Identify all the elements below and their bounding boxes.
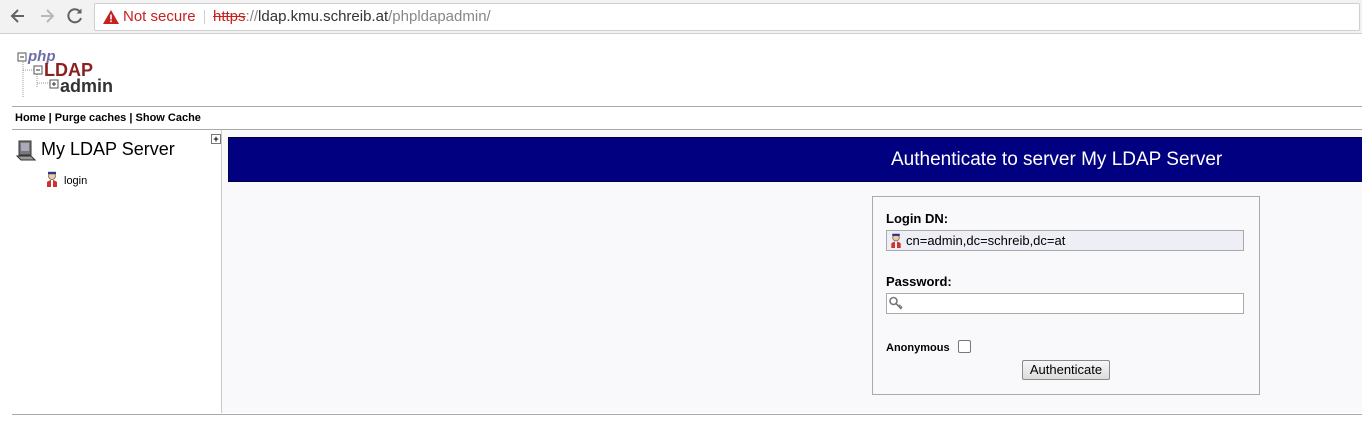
main-content: Authenticate to server My LDAP Server Lo… bbox=[222, 130, 1362, 413]
anonymous-label: Anonymous bbox=[886, 342, 950, 354]
login-form: Login DN: cn=admin,dc=schreib,dc=at Pass… bbox=[872, 196, 1260, 395]
menu-purge-caches-link[interactable]: Purge caches bbox=[55, 112, 127, 124]
address-bar[interactable]: Not secure https://ldap.kmu.schreib.at/p… bbox=[94, 3, 1360, 31]
page: php LDAP admin Home | Purge caches | Sho… bbox=[0, 34, 1362, 433]
url-host: ldap.kmu.schreib.at bbox=[258, 8, 389, 25]
browser-toolbar: Not secure https://ldap.kmu.schreib.at/p… bbox=[0, 0, 1362, 34]
reload-icon bbox=[67, 8, 82, 24]
reload-button[interactable] bbox=[65, 6, 85, 26]
login-link[interactable]: login bbox=[64, 175, 87, 187]
authenticate-button[interactable]: Authenticate bbox=[1022, 360, 1110, 380]
login-dn-label: Login DN: bbox=[886, 211, 949, 226]
menu-separator: | bbox=[45, 112, 55, 124]
password-label: Password: bbox=[886, 274, 952, 289]
url-text[interactable]: https://ldap.kmu.schreib.at/phpldapadmin… bbox=[213, 4, 491, 30]
security-status[interactable]: Not secure bbox=[123, 4, 196, 30]
auth-banner: Authenticate to server My LDAP Server bbox=[228, 137, 1362, 182]
back-button[interactable] bbox=[8, 6, 28, 26]
forward-button[interactable] bbox=[37, 6, 57, 26]
server-tree-panel: + My LDAP Server login bbox=[12, 130, 222, 413]
menu-show-cache-link[interactable]: Show Cache bbox=[136, 112, 201, 124]
url-scheme: https bbox=[213, 8, 246, 25]
header-divider-top bbox=[12, 106, 1362, 107]
user-icon bbox=[47, 171, 57, 187]
auth-title: Authenticate to server My LDAP Server bbox=[891, 149, 1223, 170]
anonymous-checkbox[interactable] bbox=[958, 340, 971, 353]
server-name[interactable]: My LDAP Server bbox=[41, 139, 175, 160]
password-field[interactable] bbox=[886, 293, 1244, 314]
footer-divider bbox=[12, 414, 1362, 415]
top-menu: Home | Purge caches | Show Cache bbox=[15, 112, 201, 124]
url-scheme-separator: :// bbox=[245, 8, 259, 25]
menu-home-link[interactable]: Home bbox=[15, 112, 46, 124]
back-arrow-icon bbox=[10, 9, 24, 23]
expand-tree-button[interactable]: + bbox=[211, 134, 221, 144]
warning-icon bbox=[103, 10, 119, 24]
url-path: /phpldapadmin/ bbox=[388, 8, 491, 25]
forward-arrow-icon bbox=[41, 9, 55, 23]
phpldapadmin-logo[interactable]: php LDAP admin bbox=[14, 48, 124, 100]
user-icon bbox=[891, 233, 901, 248]
menu-separator: | bbox=[126, 112, 136, 124]
login-dn-field[interactable]: cn=admin,dc=schreib,dc=at bbox=[886, 230, 1244, 251]
logo-admin-text: admin bbox=[60, 76, 113, 96]
server-icon bbox=[16, 140, 36, 161]
login-dn-value: cn=admin,dc=schreib,dc=at bbox=[906, 233, 1066, 248]
address-divider bbox=[204, 10, 205, 24]
key-icon bbox=[889, 296, 903, 310]
